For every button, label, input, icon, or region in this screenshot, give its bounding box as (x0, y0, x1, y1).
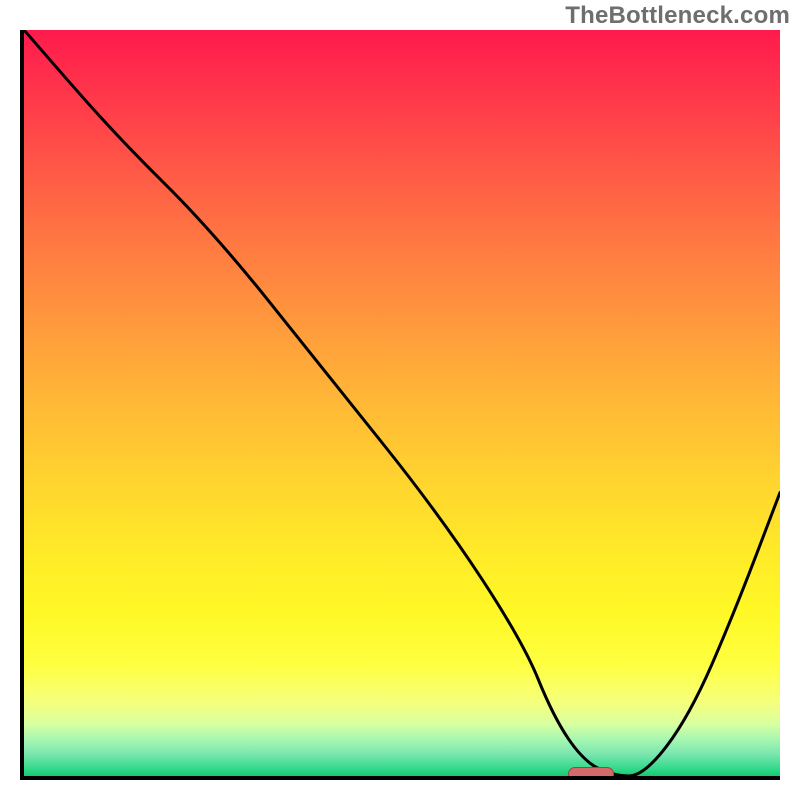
plot-area (20, 30, 780, 780)
chart-container: TheBottleneck.com (0, 0, 800, 800)
bottleneck-curve (24, 30, 780, 776)
watermark-text: TheBottleneck.com (565, 2, 790, 30)
optimal-range-marker (568, 767, 613, 780)
